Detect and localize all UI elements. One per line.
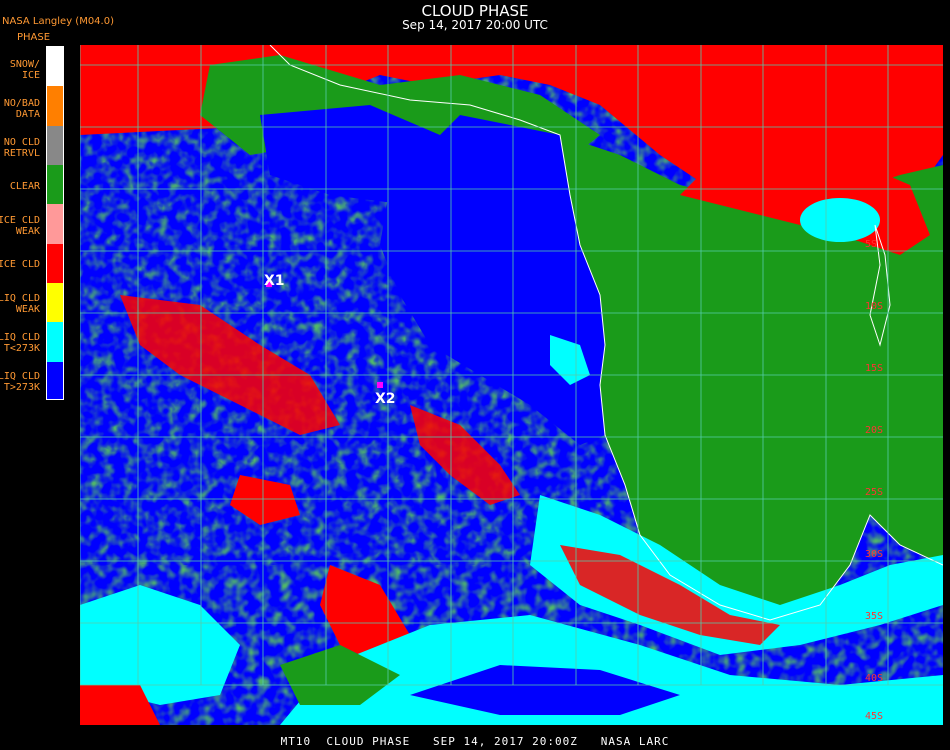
colorbar-swatch-liq-weak	[47, 282, 63, 323]
footer-caption: MT10 CLOUD PHASE SEP 14, 2017 20:00Z NAS…	[280, 735, 670, 748]
colorbar-swatch-noretrieval	[47, 125, 63, 165]
legend-label: ICE CLD	[0, 259, 40, 270]
legend-label: NO/BAD DATA	[3, 98, 40, 120]
legend-label: LIQ CLD T<273K	[0, 332, 40, 354]
cloud-phase-page: CLOUD PHASE Sep 14, 2017 20:00 UTC NASA …	[0, 0, 950, 750]
satellite-cloud-map: 5S 10S 15S 20S 25S 30S 35S 40S 45S X1 X2	[80, 45, 943, 725]
colorbar-swatch-liq-warm	[47, 361, 63, 399]
lat-label: 45S	[865, 711, 883, 722]
lat-label: 40S	[865, 673, 883, 684]
legend-label: LIQ CLD T>273K	[0, 371, 40, 393]
lat-label: 15S	[865, 363, 883, 374]
legend-label: CLEAR	[9, 181, 40, 192]
colorbar-title: PHASE	[16, 32, 51, 43]
marker-x2-label: X2	[375, 391, 396, 407]
lat-label: 25S	[865, 487, 883, 498]
marker-x2-dot	[377, 382, 383, 388]
legend-label: LIQ CLD WEAK	[0, 293, 40, 315]
colorbar-swatch-liq-cold	[47, 322, 63, 362]
colorbar-swatch-ice-weak	[47, 204, 63, 244]
legend-label: ICE CLD WEAK	[0, 215, 40, 237]
page-subtitle: Sep 14, 2017 20:00 UTC	[402, 18, 548, 32]
colorbar-swatch-ice	[47, 243, 63, 283]
colorbar	[46, 46, 64, 400]
central-africa-liquid-patch	[800, 198, 880, 242]
producer-label: NASA Langley (M04.0)	[2, 16, 114, 27]
lat-label: 30S	[865, 549, 883, 560]
colorbar-swatch-snow	[47, 47, 63, 87]
lat-label: 5S	[865, 239, 877, 250]
colorbar-swatch-clear	[47, 164, 63, 205]
colorbar-swatch-nodata	[47, 86, 63, 126]
lat-label: 20S	[865, 425, 883, 436]
lat-label: 35S	[865, 611, 883, 622]
marker-x1-label: X1	[264, 273, 285, 289]
legend-label: SNOW/ ICE	[9, 59, 40, 81]
legend-label: NO CLD RETRVL	[3, 137, 40, 159]
lat-label: 10S	[865, 301, 883, 312]
